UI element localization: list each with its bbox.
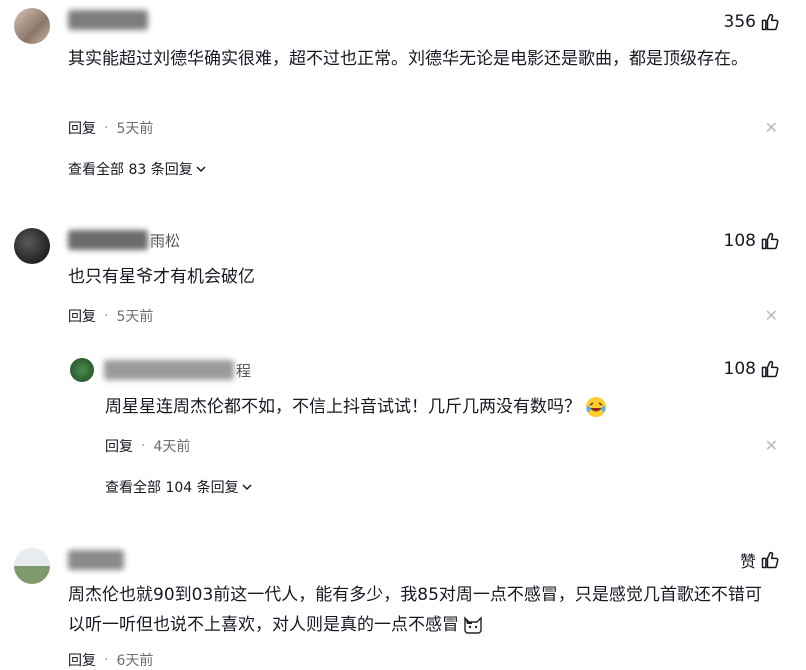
reply-text: 周星星连周杰伦都不如，不信上抖音试试！几斤几两没有数吗？ xyxy=(105,392,765,422)
username-fragment: 雨松 xyxy=(150,232,181,250)
expand-replies-label: 查看全部 104 条回复 xyxy=(105,480,239,496)
nested-reply: 程 108 周星星连周杰伦都不如，不信上抖音试试！几斤几两没有数吗？ 回复 · … xyxy=(0,350,806,500)
comment-1: 356 其实能超过刘德华确实很难，超不过也正常。刘德华无论是电影还是歌曲，都是顶… xyxy=(0,0,806,200)
thumb-up-icon xyxy=(761,551,779,569)
chevron-down-icon xyxy=(242,484,252,491)
reply-text-content: 周星星连周杰伦都不如，不信上抖音试试！几斤几两没有数吗？ xyxy=(105,397,581,417)
thumb-up-icon xyxy=(761,360,779,378)
laugh-cry-emoji-icon xyxy=(586,397,606,417)
avatar[interactable] xyxy=(70,358,94,382)
comment-text-content: 周杰伦也就90到03前这一代人，能有多少，我85对周一点不感冒，只是感觉几首歌还… xyxy=(68,585,762,635)
cat-emoji-icon xyxy=(464,616,482,634)
thumb-up-icon xyxy=(761,13,779,31)
comment-text: 也只有星爷才有机会破亿 xyxy=(68,267,255,287)
like-count: 108 xyxy=(723,231,756,251)
username-blurred[interactable] xyxy=(68,10,148,30)
like-button[interactable]: 赞 xyxy=(740,548,780,572)
timestamp: 6天前 xyxy=(116,653,154,669)
reply-button[interactable]: 回复 xyxy=(68,650,96,670)
timestamp: 5天前 xyxy=(116,309,154,325)
comment-meta: 回复 · 6天前 xyxy=(68,650,153,670)
comment-meta: 回复 · 5天前 xyxy=(68,306,153,326)
comment-meta: 回复 · 5天前 xyxy=(68,118,153,138)
expand-replies-label: 查看全部 83 条回复 xyxy=(68,162,193,178)
reply-button[interactable]: 回复 xyxy=(105,436,133,456)
reply-button[interactable]: 回复 xyxy=(68,306,96,326)
username-blurred[interactable] xyxy=(68,550,124,570)
comment-text: 其实能超过刘德华确实很难，超不过也正常。刘德华无论是电影还是歌曲，都是顶级存在。 xyxy=(68,49,748,69)
separator-dot: · xyxy=(104,120,109,136)
reply-button[interactable]: 回复 xyxy=(68,118,96,138)
avatar[interactable] xyxy=(14,548,50,584)
like-count: 356 xyxy=(723,12,756,32)
separator-dot: · xyxy=(104,308,109,324)
separator-dot: · xyxy=(141,438,146,454)
timestamp: 4天前 xyxy=(153,439,191,455)
close-icon[interactable]: ✕ xyxy=(765,306,778,325)
timestamp: 5天前 xyxy=(116,121,154,137)
comment-3: 赞 周杰伦也就90到03前这一代人，能有多少，我85对周一点不感冒，只是感觉几首… xyxy=(0,538,806,669)
like-button[interactable]: 356 xyxy=(724,12,780,32)
close-icon[interactable]: ✕ xyxy=(765,436,778,455)
expand-replies-button[interactable]: 查看全部 104 条回复 xyxy=(105,477,253,497)
like-button[interactable]: 108 xyxy=(724,231,780,251)
reply-meta: 回复 · 4天前 xyxy=(105,436,190,456)
expand-replies-button[interactable]: 查看全部 83 条回复 xyxy=(68,159,207,179)
like-button[interactable]: 108 xyxy=(724,359,780,379)
username-blurred[interactable] xyxy=(104,360,234,380)
username-fragment: 程 xyxy=(236,362,252,380)
avatar[interactable] xyxy=(14,228,50,264)
avatar[interactable] xyxy=(14,8,50,44)
like-label: 赞 xyxy=(739,552,756,571)
comment-text: 周杰伦也就90到03前这一代人，能有多少，我85对周一点不感冒，只是感觉几首歌还… xyxy=(68,580,778,640)
like-count: 108 xyxy=(723,359,756,379)
close-icon[interactable]: ✕ xyxy=(765,118,778,137)
thumb-up-icon xyxy=(761,232,779,250)
chevron-down-icon xyxy=(196,166,206,173)
comment-2: 雨松 108 也只有星爷才有机会破亿 回复 · 5天前 ✕ 程 108 周星星连… xyxy=(0,220,806,520)
username-blurred[interactable] xyxy=(68,230,148,250)
separator-dot: · xyxy=(104,652,109,668)
